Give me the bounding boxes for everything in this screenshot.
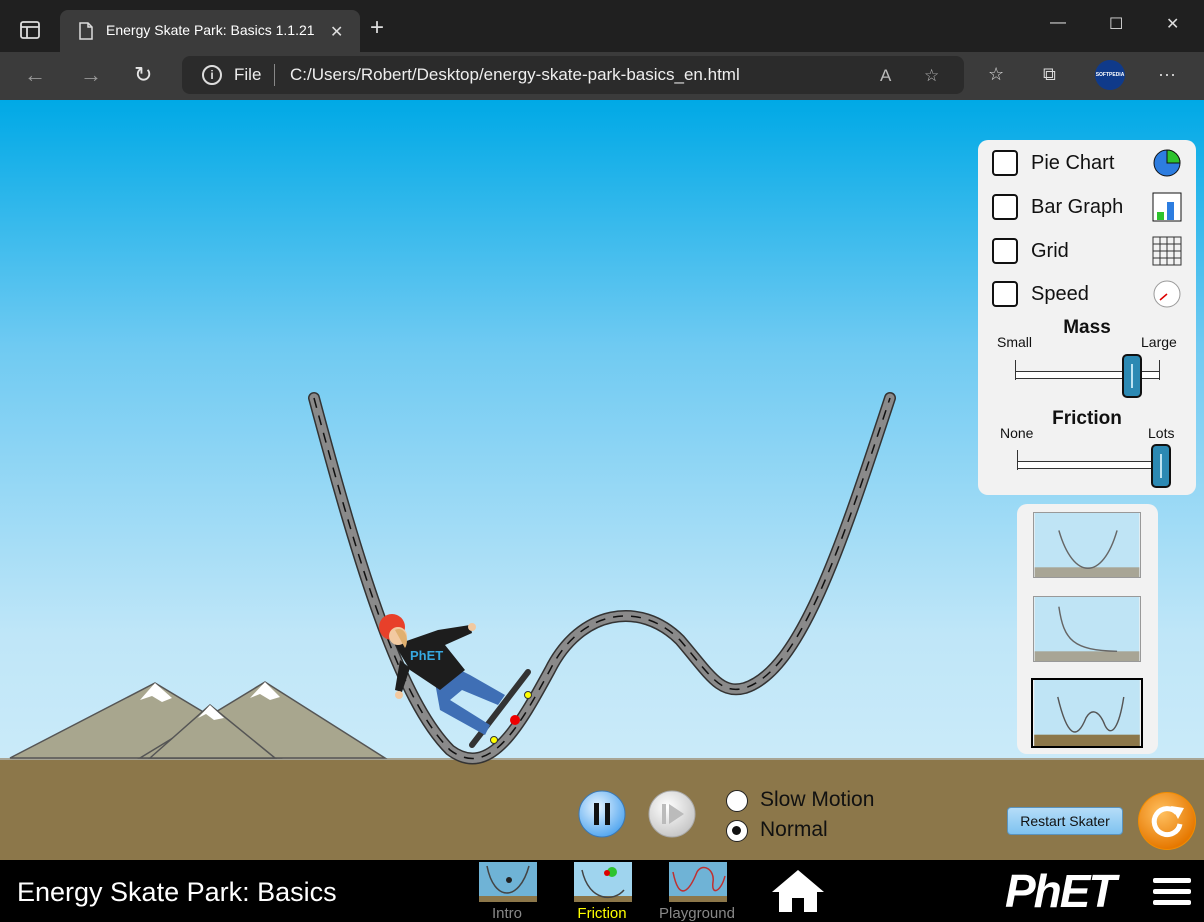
close-window-icon[interactable]: ✕: [1166, 14, 1179, 34]
friction-slider-track[interactable]: [1017, 461, 1162, 469]
screen-tab-playground-label: Playground: [659, 905, 735, 922]
browser-tab[interactable]: Energy Skate Park: Basics 1.1.21 ✕: [60, 10, 360, 52]
ramp-track-thumb[interactable]: [1033, 596, 1141, 662]
grid-checkbox[interactable]: [992, 238, 1018, 264]
refresh-icon[interactable]: ↻: [134, 64, 152, 86]
step-icon: [662, 804, 666, 824]
add-favorite-icon[interactable]: ☆: [924, 66, 939, 86]
bar-graph-checkbox[interactable]: [992, 194, 1018, 220]
friction-slider-thumb[interactable]: [1151, 444, 1171, 488]
screen-tab-intro-label: Intro: [491, 905, 522, 922]
reset-all-button[interactable]: [1138, 792, 1196, 850]
mass-min-label: Small: [997, 334, 1033, 350]
site-info-icon[interactable]: i: [202, 65, 222, 85]
home-icon: [772, 870, 824, 912]
sim-navbar: Energy Skate Park: Basics Intro Friction…: [0, 860, 1204, 922]
address-bar-row: ← → ↻ i File C:/Users/Robert/Desktop/ene…: [0, 52, 1204, 100]
speed-label: Speed: [1031, 283, 1089, 305]
phet-logo[interactable]: PhET: [1005, 864, 1117, 918]
mass-slider-thumb[interactable]: [1122, 354, 1142, 398]
bar-graph-label: Bar Graph: [1031, 196, 1124, 218]
screen-tab-intro[interactable]: Intro: [477, 862, 537, 922]
skater[interactable]: PhET: [379, 614, 532, 748]
page-icon: [79, 22, 93, 40]
sim-title: Energy Skate Park: Basics: [17, 877, 337, 907]
minimize-icon[interactable]: —: [1050, 14, 1066, 32]
grid-icon: [1152, 236, 1182, 266]
mass-min-tick: [1015, 360, 1016, 380]
mass-max-tick: [1159, 360, 1160, 380]
simulation-area: PhET Pie Chart Bar Graph Grid Speed Mass…: [0, 100, 1204, 922]
tab-title: Energy Skate Park: Basics 1.1.21: [106, 22, 315, 38]
favorites-icon[interactable]: ☆: [988, 64, 1004, 85]
screen-tab-friction-label: Friction: [577, 905, 627, 922]
pie-chart-toggle[interactable]: Pie Chart: [992, 148, 1186, 178]
mountains: [9, 681, 388, 759]
tab-actions-icon[interactable]: [18, 18, 42, 42]
screen-tab-friction[interactable]: Friction: [572, 862, 632, 922]
friction-min-label: None: [1000, 425, 1034, 441]
skate-track[interactable]: [308, 392, 896, 765]
playground-screen-icon: [669, 862, 727, 902]
normal-speed-radio[interactable]: [726, 820, 748, 842]
address-scheme: File: [234, 65, 262, 84]
collections-icon[interactable]: ⧉: [1043, 64, 1056, 85]
grid-label: Grid: [1031, 240, 1069, 262]
address-url[interactable]: C:/Users/Robert/Desktop/energy-skate-par…: [290, 65, 740, 85]
friction-screen-icon: [574, 862, 632, 902]
maximize-icon[interactable]: ☐: [1109, 14, 1123, 34]
mass-max-label: Large: [1141, 334, 1177, 350]
bar-graph-toggle[interactable]: Bar Graph: [992, 192, 1186, 222]
pie-chart-label: Pie Chart: [1031, 152, 1115, 174]
address-separator: [274, 64, 275, 86]
home-button[interactable]: [770, 868, 826, 914]
double-well-track-thumb[interactable]: [1031, 678, 1143, 748]
screen-tab-playground[interactable]: Playground: [659, 862, 735, 922]
restart-skater-button[interactable]: Restart Skater: [1007, 807, 1123, 835]
speed-toggle[interactable]: Speed: [992, 279, 1186, 309]
forward-icon[interactable]: →: [80, 64, 102, 86]
track-selector-panel: [1017, 504, 1158, 754]
normal-speed-label: Normal: [760, 818, 828, 841]
step-button[interactable]: [648, 790, 696, 838]
new-tab-icon[interactable]: +: [370, 16, 384, 40]
friction-min-tick: [1017, 450, 1018, 470]
address-bar[interactable]: i File C:/Users/Robert/Desktop/energy-sk…: [182, 56, 964, 94]
friction-max-label: Lots: [1148, 425, 1175, 441]
back-icon[interactable]: ←: [24, 64, 46, 86]
svg-text:PhET: PhET: [410, 648, 443, 663]
close-tab-icon[interactable]: ✕: [330, 22, 343, 42]
read-aloud-icon[interactable]: A︎: [880, 66, 891, 86]
pause-button[interactable]: [578, 790, 626, 838]
pie-chart-icon: [1153, 149, 1181, 177]
grid-toggle[interactable]: Grid: [992, 236, 1186, 266]
browser-title-bar: Energy Skate Park: Basics 1.1.21 ✕ + — ☐…: [0, 0, 1204, 52]
profile-avatar[interactable]: SOFTPEDIA: [1095, 60, 1125, 90]
pause-icon: [594, 803, 599, 825]
slow-motion-radio[interactable]: [726, 790, 748, 812]
parabola-track-thumb[interactable]: [1033, 512, 1141, 578]
more-options-icon[interactable]: ···: [1158, 64, 1176, 85]
bar-graph-icon: [1152, 192, 1182, 222]
speed-checkbox[interactable]: [992, 281, 1018, 307]
speedometer-icon: [1153, 280, 1181, 308]
pie-chart-checkbox[interactable]: [992, 150, 1018, 176]
control-panel: Pie Chart Bar Graph Grid Speed Mass Smal…: [978, 140, 1196, 495]
intro-screen-icon: [479, 862, 537, 902]
slow-motion-label: Slow Motion: [760, 788, 875, 811]
phet-menu-button[interactable]: [1153, 878, 1191, 911]
